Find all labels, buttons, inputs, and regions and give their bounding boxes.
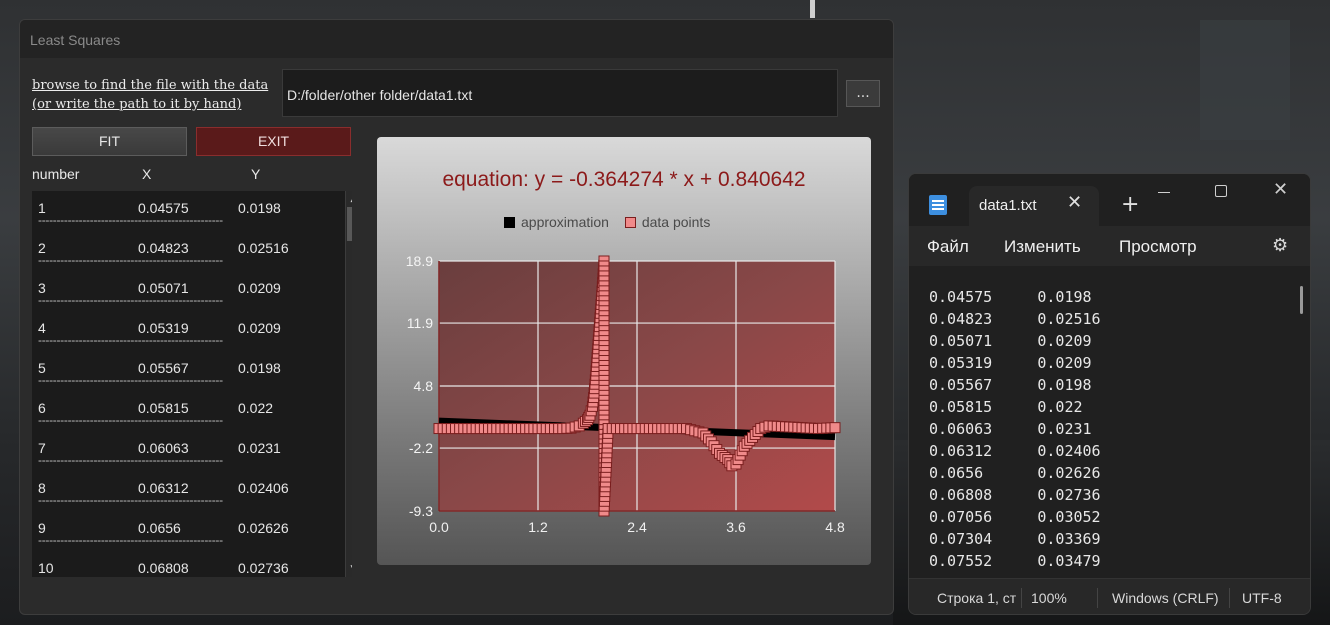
notepad-line: 0.04823 0.02516 [929, 310, 1101, 328]
cell-y: 0.0209 [238, 280, 281, 296]
table-row[interactable]: 100.068080.02736------------------------… [32, 551, 352, 577]
row-separator: ----------------------------------------… [38, 413, 223, 427]
cell-y: 0.02516 [238, 240, 289, 256]
scroll-down-icon[interactable]: ▼ [346, 561, 352, 577]
status-position: Строка 1, ст [937, 590, 1017, 606]
exit-button[interactable]: EXIT [196, 127, 351, 156]
table-row[interactable]: 4 0.05319 0.0209 --------------------------… [32, 311, 352, 351]
notepad-status-bar: Строка 1, ст 100% Windows (CRLF) UTF-8 [909, 578, 1310, 614]
x-tick-label: 1.2 [528, 519, 548, 535]
notepad-line: 0.05319 0.0209 [929, 354, 1092, 372]
notepad-menu-bar: Файл Изменить Просмотр ⚙ [909, 226, 1310, 266]
table-row[interactable]: 3 0.05071 0.0209 --------------------------… [32, 271, 352, 311]
row-separator: ----------------------------------------… [38, 293, 223, 307]
window-title: Least Squares [20, 20, 893, 58]
scroll-up-icon[interactable]: ▲ [346, 191, 352, 207]
file-path-input[interactable]: D:/folder/other folder/data1.txt [282, 69, 838, 117]
table-row[interactable]: 7 0.06063 0.0231 --------------------------… [32, 431, 352, 471]
maximize-icon[interactable] [1215, 185, 1227, 197]
browse-button[interactable]: ... [846, 80, 880, 107]
notepad-line: 0.07552 0.03479 [929, 552, 1101, 570]
y-tick-label: -2.2 [409, 440, 433, 456]
notepad-line: 0.06063 0.0231 [929, 420, 1092, 438]
cell-y: 0.0209 [238, 320, 281, 336]
notepad-line: 0.06808 0.02736 [929, 486, 1101, 504]
cell-y: 0.02406 [238, 480, 289, 496]
notepad-line: 0.0656 0.02626 [929, 464, 1101, 482]
minimize-icon[interactable] [1158, 192, 1170, 193]
data-point [829, 422, 841, 434]
menu-edit[interactable]: Изменить [1004, 237, 1081, 257]
status-line-ending: Windows (CRLF) [1112, 590, 1219, 606]
notepad-line: 0.06312 0.02406 [929, 442, 1101, 460]
row-separator: ----------------------------------------… [38, 493, 223, 507]
x-tick-label: 0.0 [429, 519, 449, 535]
row-separator: ----------------------------------------… [38, 333, 223, 347]
notepad-line: 0.04575 0.0198 [929, 288, 1092, 306]
row-separator: ----------------------------------------… [38, 253, 223, 267]
notepad-line: 0.07304 0.03369 [929, 530, 1101, 548]
status-encoding: UTF-8 [1242, 590, 1282, 606]
browse-label-line2[interactable]: (or write the path to it by hand) [32, 95, 277, 114]
tab-close-icon[interactable]: ✕ [1067, 192, 1082, 213]
notepad-tab[interactable]: data1.txt ✕ [969, 186, 1099, 226]
table-row[interactable]: 8 0.06312 0.02406 -------------------------… [32, 471, 352, 511]
scroll-thumb[interactable] [347, 207, 352, 241]
column-header-number: number [32, 166, 80, 182]
browse-label-line1[interactable]: browse to find the file with the data [32, 76, 277, 95]
table-row[interactable]: 2 0.04823 0.02516 -------------------------… [32, 231, 352, 271]
window-close-icon[interactable]: ✕ [1273, 179, 1288, 200]
cell-y: 0.0198 [238, 200, 281, 216]
status-zoom: 100% [1031, 590, 1067, 606]
row-separator: ----------------------------------------… [38, 373, 223, 387]
cell-y: 0.02626 [238, 520, 289, 536]
row-separator: ----------------------------------------… [38, 213, 223, 227]
y-tick-label: -9.3 [409, 503, 433, 519]
data-table[interactable]: 1 0.04575 0.0198 --------------------------… [32, 191, 352, 577]
background-light [810, 0, 815, 18]
y-tick-label: 4.8 [414, 378, 434, 394]
table-rows: 1 0.04575 0.0198 --------------------------… [32, 191, 352, 577]
notepad-line: 0.05071 0.0209 [929, 332, 1092, 350]
table-row[interactable]: 6 0.05815 0.022 ---------------------------… [32, 391, 352, 431]
cell-y: 0.02736 [238, 560, 289, 576]
notepad-line: 0.07056 0.03052 [929, 508, 1101, 526]
notepad-line: 0.05567 0.0198 [929, 376, 1092, 394]
x-tick-label: 2.4 [627, 519, 647, 535]
row-separator: ----------------------------------------… [38, 573, 223, 577]
y-tick-label: 11.9 [407, 315, 433, 331]
column-header-x: X [142, 166, 152, 182]
new-tab-icon[interactable]: + [1121, 192, 1139, 217]
browse-label[interactable]: browse to find the file with the data (o… [32, 76, 277, 114]
menu-view[interactable]: Просмотр [1119, 237, 1197, 257]
notepad-window: data1.txt ✕ + ✕ Файл Изменить Просмотр ⚙… [908, 173, 1311, 615]
fit-button[interactable]: FIT [32, 127, 187, 156]
gear-icon[interactable]: ⚙ [1272, 235, 1288, 256]
notepad-line: 0.05815 0.022 [929, 398, 1083, 416]
least-squares-window: Least Squares browse to find the file wi… [19, 19, 894, 615]
x-tick-label: 3.6 [726, 519, 746, 535]
cell-y: 0.0198 [238, 360, 281, 376]
table-row[interactable]: 1 0.04575 0.0198 --------------------------… [32, 191, 352, 231]
table-row[interactable]: 5 0.05567 0.0198 --------------------------… [32, 351, 352, 391]
table-scrollbar[interactable]: ▲ ▼ [345, 191, 352, 577]
notepad-file-icon [929, 195, 947, 215]
row-separator: ----------------------------------------… [38, 533, 223, 547]
menu-file[interactable]: Файл [927, 237, 969, 257]
cell-y: 0.0231 [238, 440, 281, 456]
notepad-tab-title[interactable]: data1.txt [979, 197, 1037, 214]
table-row[interactable]: 9 0.0656 0.02626 --------------------------… [32, 511, 352, 551]
x-tick-label: 4.8 [825, 519, 845, 535]
y-tick-label: 18.9 [406, 253, 433, 269]
column-header-y: Y [251, 166, 261, 182]
notepad-tab-bar: data1.txt ✕ + ✕ [909, 174, 1310, 226]
cell-y: 0.022 [238, 400, 274, 416]
chart-panel: equation: y = -0.364274 * x + 0.840642 a… [377, 137, 871, 565]
row-separator: ----------------------------------------… [38, 453, 223, 467]
background-building [1200, 20, 1290, 140]
chart-plot: 0.0 1.2 2.4 3.6 4.8 18.9 11.9 4.8 -2.2 -9.3 [406, 253, 845, 535]
notepad-text-area[interactable]: 0.04575 0.0198 0.04823 0.02516 0.05071 0.0… [909, 266, 1310, 576]
notepad-scrollbar[interactable] [1300, 286, 1303, 314]
